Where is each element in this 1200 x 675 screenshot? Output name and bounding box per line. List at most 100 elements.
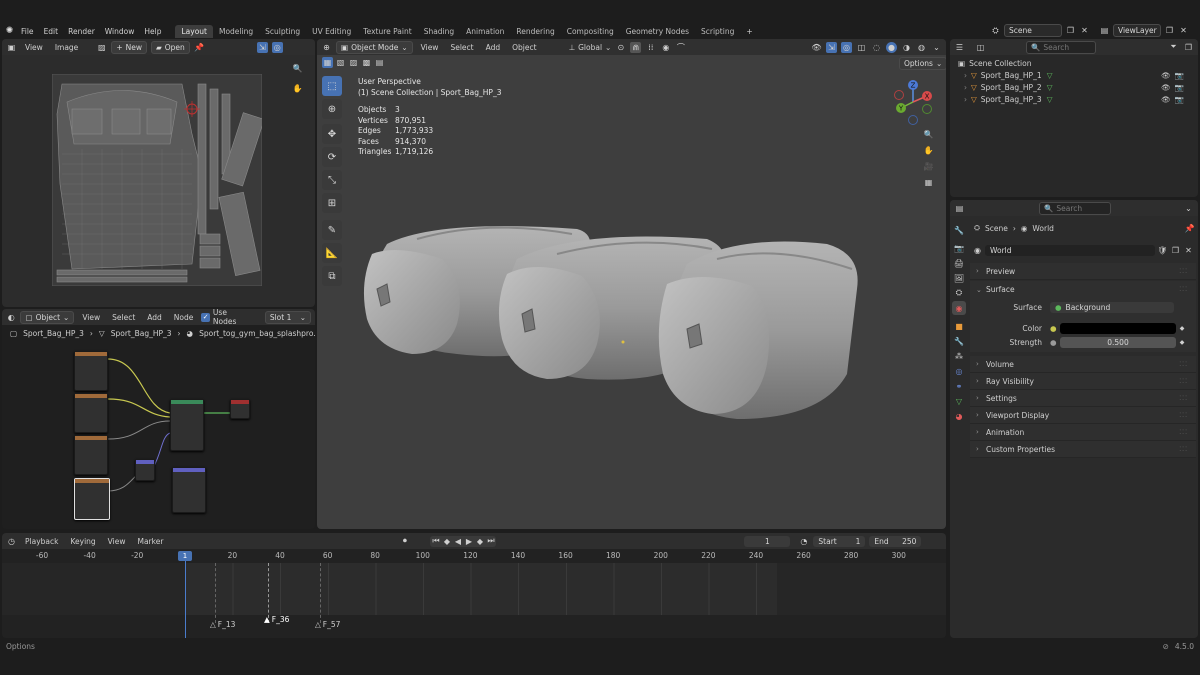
select-box-tool[interactable]: ⬚ [322,76,342,96]
play-icon[interactable]: ▶ [463,536,474,547]
shading-options-icon[interactable]: ⌄ [931,42,942,53]
drag-handle-icon[interactable]: ⁚⁚⁚ [1179,446,1188,453]
constraints-tab-icon[interactable]: ⚭ [952,379,966,393]
navigation-gizmo[interactable]: Z X Y [889,77,937,127]
object-tab-icon[interactable]: ■ [952,319,966,333]
delete-scene-icon[interactable]: ✕ [1079,25,1090,36]
outliner-item[interactable]: › ▽ Sport_Bag_HP_1 ▽ 👁 📷 [950,69,1198,81]
tab-rendering[interactable]: Rendering [510,25,560,38]
tab-texture-paint[interactable]: Texture Paint [357,25,417,38]
preview-panel-header[interactable]: › Preview ⁚⁚⁚ [970,263,1196,280]
panel-custom-properties[interactable]: › Custom Properties ⁚⁚⁚ [970,441,1196,458]
timeline-view-menu[interactable]: View [104,535,130,548]
editor-type-icon[interactable]: ▣ [6,42,17,53]
node-node-menu[interactable]: Node [170,311,198,324]
marker-f13[interactable]: △ F_13 [210,620,235,629]
jump-end-icon[interactable]: ⏭ [485,536,496,547]
view-layer-icon[interactable]: ▤ [1099,25,1110,36]
uv-sync-icon[interactable]: ⇲ [256,41,268,53]
scale-tool[interactable]: ⤡ [322,170,342,190]
snap-icon[interactable]: ⋒ [630,41,642,53]
tab-layout[interactable]: Layout [175,24,213,38]
drag-handle-icon[interactable]: ⁚⁚⁚ [1179,429,1188,436]
marker-f36[interactable]: ▲ F_36 [264,615,289,624]
marker-f57[interactable]: △ F_57 [315,620,340,629]
select-subtract-icon[interactable]: ▨ [348,57,359,68]
scene-tab-icon[interactable]: ⛭ [952,286,966,300]
drag-handle-icon[interactable]: ⁚⁚⁚ [1179,361,1188,368]
uv-layout[interactable] [52,74,262,286]
shading-material-icon[interactable]: ◑ [901,42,912,53]
chevron-right-icon[interactable]: › [964,83,967,92]
scene-icon[interactable]: ⛭ [990,25,1001,36]
open-image-button[interactable]: ▰ Open [150,40,190,54]
drag-handle-icon[interactable]: ⁚⁚⁚ [1179,395,1188,402]
rotate-tool[interactable]: ⟳ [322,147,342,167]
duplicate-icon[interactable]: ❐ [1170,245,1181,256]
transform-orientation-dropdown[interactable]: ⊥ Global ⌄ [569,43,612,52]
viewport-add-menu[interactable]: Add [482,41,505,54]
shading-wireframe-icon[interactable]: ◌ [871,42,882,53]
view-layer-field[interactable]: ViewLayer [1113,24,1161,37]
color-swatch[interactable] [1060,323,1176,334]
viewport-type-icon[interactable]: ⊕ [321,42,332,53]
camera-view-icon[interactable]: 🎥 [923,161,934,172]
snap-grid-icon[interactable]: ⁞⁞ [645,42,656,53]
outliner-search[interactable]: 🔍 Search [1026,40,1096,54]
normal-map-node[interactable] [135,459,155,481]
material-output-node[interactable] [230,399,250,419]
image-texture-node-selected[interactable] [74,478,110,520]
visibility-eye-icon[interactable]: 👁 [811,42,822,53]
pivot-icon[interactable]: ⊙ [615,42,626,53]
add-cube-tool[interactable]: ⧉ [322,266,342,286]
timeline-type-icon[interactable]: ◷ [6,536,17,547]
uv-overlay-icon[interactable]: ◎ [271,41,283,53]
camera-render-icon[interactable]: 📷 [1175,95,1184,104]
new-collection-icon[interactable]: ❐ [1183,42,1194,53]
zoom-icon[interactable]: 🔍 [292,63,303,74]
principled-bsdf-node[interactable] [170,399,204,451]
jump-start-icon[interactable]: ⏮ [430,536,441,547]
transform-tool[interactable]: ⊞ [322,193,342,213]
measure-tool[interactable]: 📐 [322,243,342,263]
viewport-select-menu[interactable]: Select [446,41,477,54]
physics-tab-icon[interactable]: ◎ [952,364,966,378]
tab-compositing[interactable]: Compositing [561,25,620,38]
outliner-item[interactable]: › ▽ Sport_Bag_HP_3 ▽ 👁 📷 [950,93,1198,105]
delete-view-layer-icon[interactable]: ✕ [1178,25,1189,36]
tab-modeling[interactable]: Modeling [213,25,259,38]
particles-tab-icon[interactable]: ⁂ [952,349,966,363]
outliner-item[interactable]: › ▽ Sport_Bag_HP_2 ▽ 👁 📷 [950,81,1198,93]
menu-window[interactable]: Window [101,25,139,38]
playback-menu[interactable]: Playback [21,535,62,548]
view-layer-tab-icon[interactable]: 🖼 [952,271,966,285]
use-nodes-checkbox[interactable]: ✓ Use Nodes [201,309,250,326]
viewport-options-dropdown[interactable]: Options ⌄ [899,57,946,70]
uv-image-menu[interactable]: Image [51,41,83,54]
viewport-view-menu[interactable]: View [417,41,443,54]
proportional-edit-icon[interactable]: ◉ [660,42,671,53]
animate-dot-icon[interactable]: ◆ [1176,325,1188,332]
drag-handle-icon[interactable]: ⁚⁚⁚ [1179,412,1188,419]
menu-edit[interactable]: Edit [40,25,63,38]
tab-shading[interactable]: Shading [418,25,460,38]
drag-handle-icon[interactable]: ⁚⁚⁚ [1179,286,1188,293]
clock-icon[interactable]: ◔ [798,536,809,547]
add-workspace-button[interactable]: + [742,25,756,38]
panel-ray-visibility[interactable]: › Ray Visibility ⁚⁚⁚ [970,373,1196,390]
slot-dropdown[interactable]: Slot 1 ⌄ [264,310,312,324]
gizmo-toggle-icon[interactable]: ⇲ [826,41,837,53]
node-select-menu[interactable]: Select [108,311,139,324]
fake-user-shield-icon[interactable]: 🛡 [1157,245,1168,256]
node-view-menu[interactable]: View [78,311,104,324]
keyframe-area[interactable] [2,563,946,623]
scene-name-field[interactable]: Scene [1004,24,1062,37]
surface-panel-header[interactable]: ⌄ Surface ⁚⁚⁚ [970,281,1196,298]
bag-3[interactable] [658,241,858,420]
cursor-tool[interactable]: ⊕ [322,99,342,119]
start-frame-field[interactable]: Start 1 [813,535,866,547]
menu-render[interactable]: Render [64,25,99,38]
scene-bags-render[interactable] [357,214,867,429]
falloff-icon[interactable]: ⌒ [675,42,686,53]
blender-logo-icon[interactable]: ✺ [4,26,15,37]
